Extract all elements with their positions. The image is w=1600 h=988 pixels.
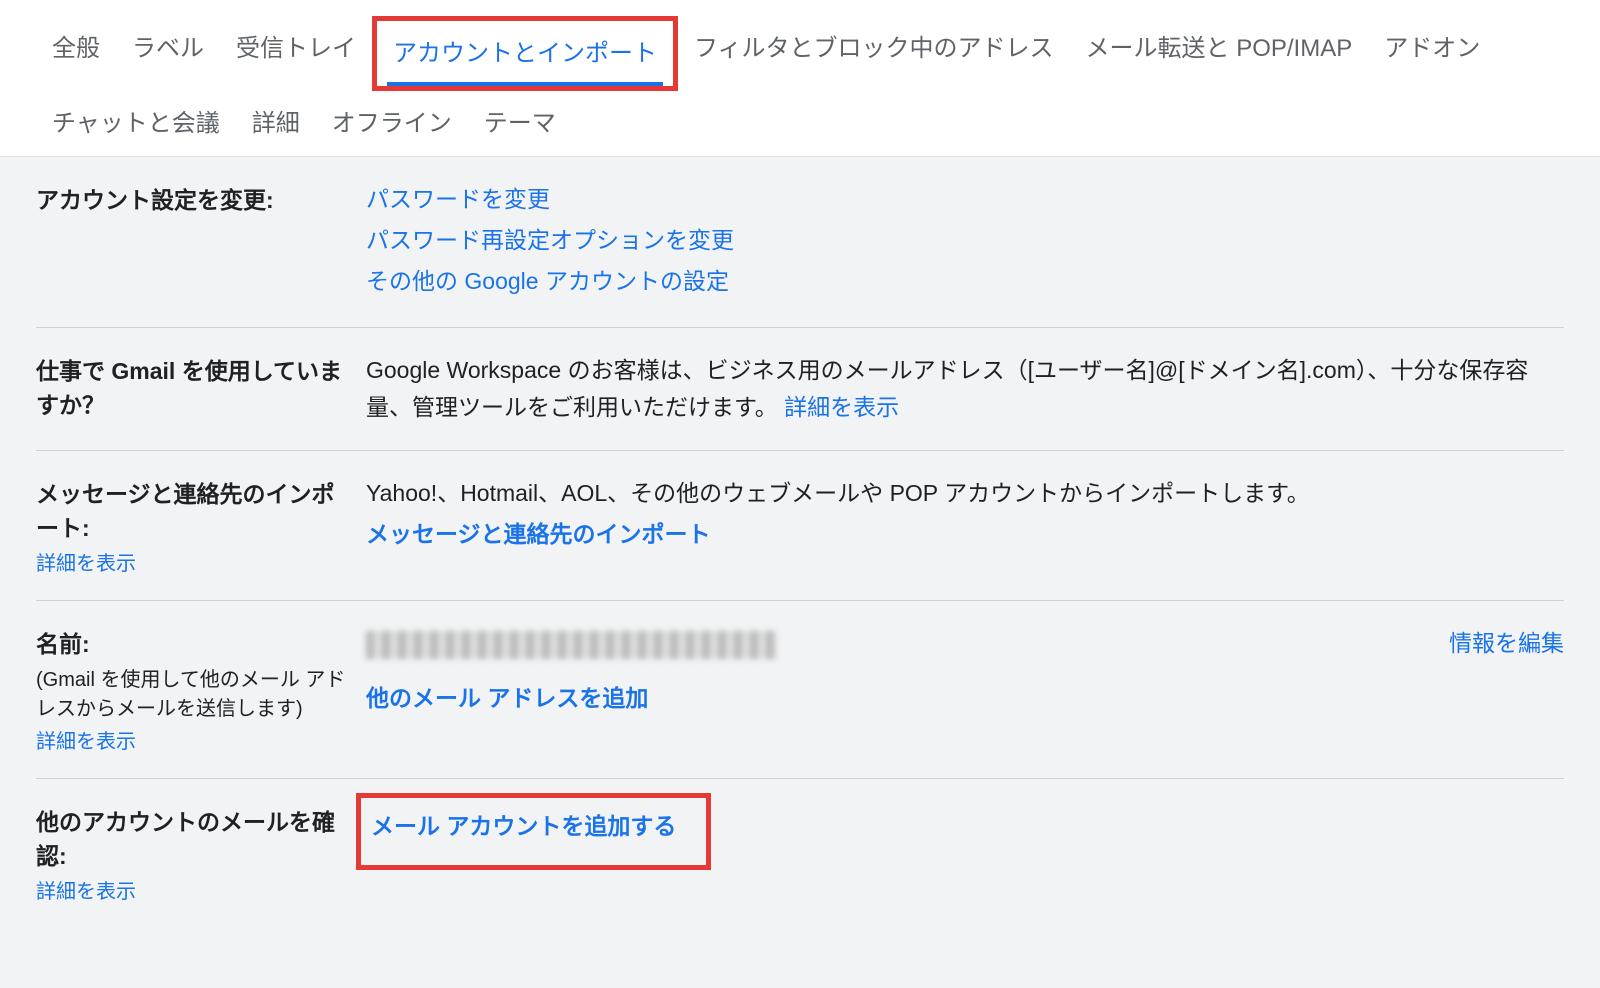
value-account-settings: パスワードを変更 パスワード再設定オプションを変更 その他の Google アカ…: [366, 181, 1564, 303]
link-name-learn-more[interactable]: 詳細を表示: [36, 731, 136, 753]
tab-labels[interactable]: ラベル: [116, 16, 220, 91]
section-account-settings: アカウント設定を変更: パスワードを変更 パスワード再設定オプションを変更 その…: [36, 157, 1564, 328]
tab-accounts-import[interactable]: アカウントとインポート: [372, 16, 678, 91]
section-check-other: 他のアカウントのメールを確認: 詳細を表示 メール アカウントを追加する: [36, 779, 1564, 928]
label-name-text: 名前:: [36, 631, 90, 657]
link-edit-info[interactable]: 情報を編集: [1449, 630, 1564, 656]
label-name: 名前: (Gmail を使用して他のメール アドレスからメールを送信します) 詳…: [36, 625, 346, 754]
link-gmail-work-learn-more[interactable]: 詳細を表示: [784, 394, 899, 420]
tab-advanced[interactable]: 詳細: [236, 91, 316, 156]
link-change-password[interactable]: パスワードを変更: [366, 181, 1564, 218]
label-name-sub: (Gmail を使用して他のメール アドレスからメールを送信します): [36, 663, 346, 721]
tab-chat-meet[interactable]: チャットと会議: [36, 91, 236, 156]
settings-content: アカウント設定を変更: パスワードを変更 パスワード再設定オプションを変更 その…: [0, 157, 1600, 988]
link-add-another-email[interactable]: 他のメール アドレスを追加: [366, 685, 648, 711]
text-import-desc: Yahoo!、Hotmail、AOL、その他のウェブメールや POP アカウント…: [366, 475, 1564, 512]
label-account-settings: アカウント設定を変更:: [36, 181, 346, 303]
tab-forwarding-pop-imap[interactable]: メール転送と POP/IMAP: [1070, 16, 1369, 91]
label-import-text: メッセージと連絡先のインポート:: [36, 481, 335, 541]
value-check-other: メール アカウントを追加する: [366, 803, 1564, 904]
link-import-learn-more[interactable]: 詳細を表示: [36, 553, 136, 575]
settings-tabs: 全般 ラベル 受信トレイ アカウントとインポート フィルタとブロック中のアドレス…: [0, 0, 1600, 157]
value-name: 他のメール アドレスを追加 情報を編集: [366, 625, 1564, 717]
value-gmail-work: Google Workspace のお客様は、ビジネス用のメールアドレス（[ユー…: [366, 352, 1564, 426]
value-import: Yahoo!、Hotmail、AOL、その他のウェブメールや POP アカウント…: [366, 475, 1564, 576]
label-import: メッセージと連絡先のインポート: 詳細を表示: [36, 475, 346, 576]
label-check-other: 他のアカウントのメールを確認: 詳細を表示: [36, 803, 346, 904]
link-check-other-learn-more[interactable]: 詳細を表示: [36, 881, 136, 903]
tab-offline[interactable]: オフライン: [316, 91, 468, 156]
tab-addons[interactable]: アドオン: [1368, 16, 1496, 91]
tab-filters-blocked[interactable]: フィルタとブロック中のアドレス: [678, 16, 1070, 91]
label-gmail-work: 仕事で Gmail を使用していますか？: [36, 352, 346, 426]
redacted-email: [366, 631, 776, 659]
label-check-other-text: 他のアカウントのメールを確認:: [36, 809, 335, 869]
section-name: 名前: (Gmail を使用して他のメール アドレスからメールを送信します) 詳…: [36, 601, 1564, 779]
link-change-recovery[interactable]: パスワード再設定オプションを変更: [366, 222, 1564, 259]
link-import-messages-contacts[interactable]: メッセージと連絡先のインポート: [366, 516, 1564, 553]
link-add-mail-account[interactable]: メール アカウントを追加する: [371, 813, 676, 839]
link-other-google-settings[interactable]: その他の Google アカウントの設定: [366, 263, 1564, 300]
text-gmail-work-desc: Google Workspace のお客様は、ビジネス用のメールアドレス（[ユー…: [366, 357, 1528, 420]
section-import: メッセージと連絡先のインポート: 詳細を表示 Yahoo!、Hotmail、AO…: [36, 451, 1564, 601]
tab-general[interactable]: 全般: [36, 16, 116, 91]
section-gmail-work: 仕事で Gmail を使用していますか？ Google Workspace のお…: [36, 328, 1564, 451]
tab-themes[interactable]: テーマ: [468, 91, 572, 156]
tab-inbox[interactable]: 受信トレイ: [220, 16, 372, 91]
